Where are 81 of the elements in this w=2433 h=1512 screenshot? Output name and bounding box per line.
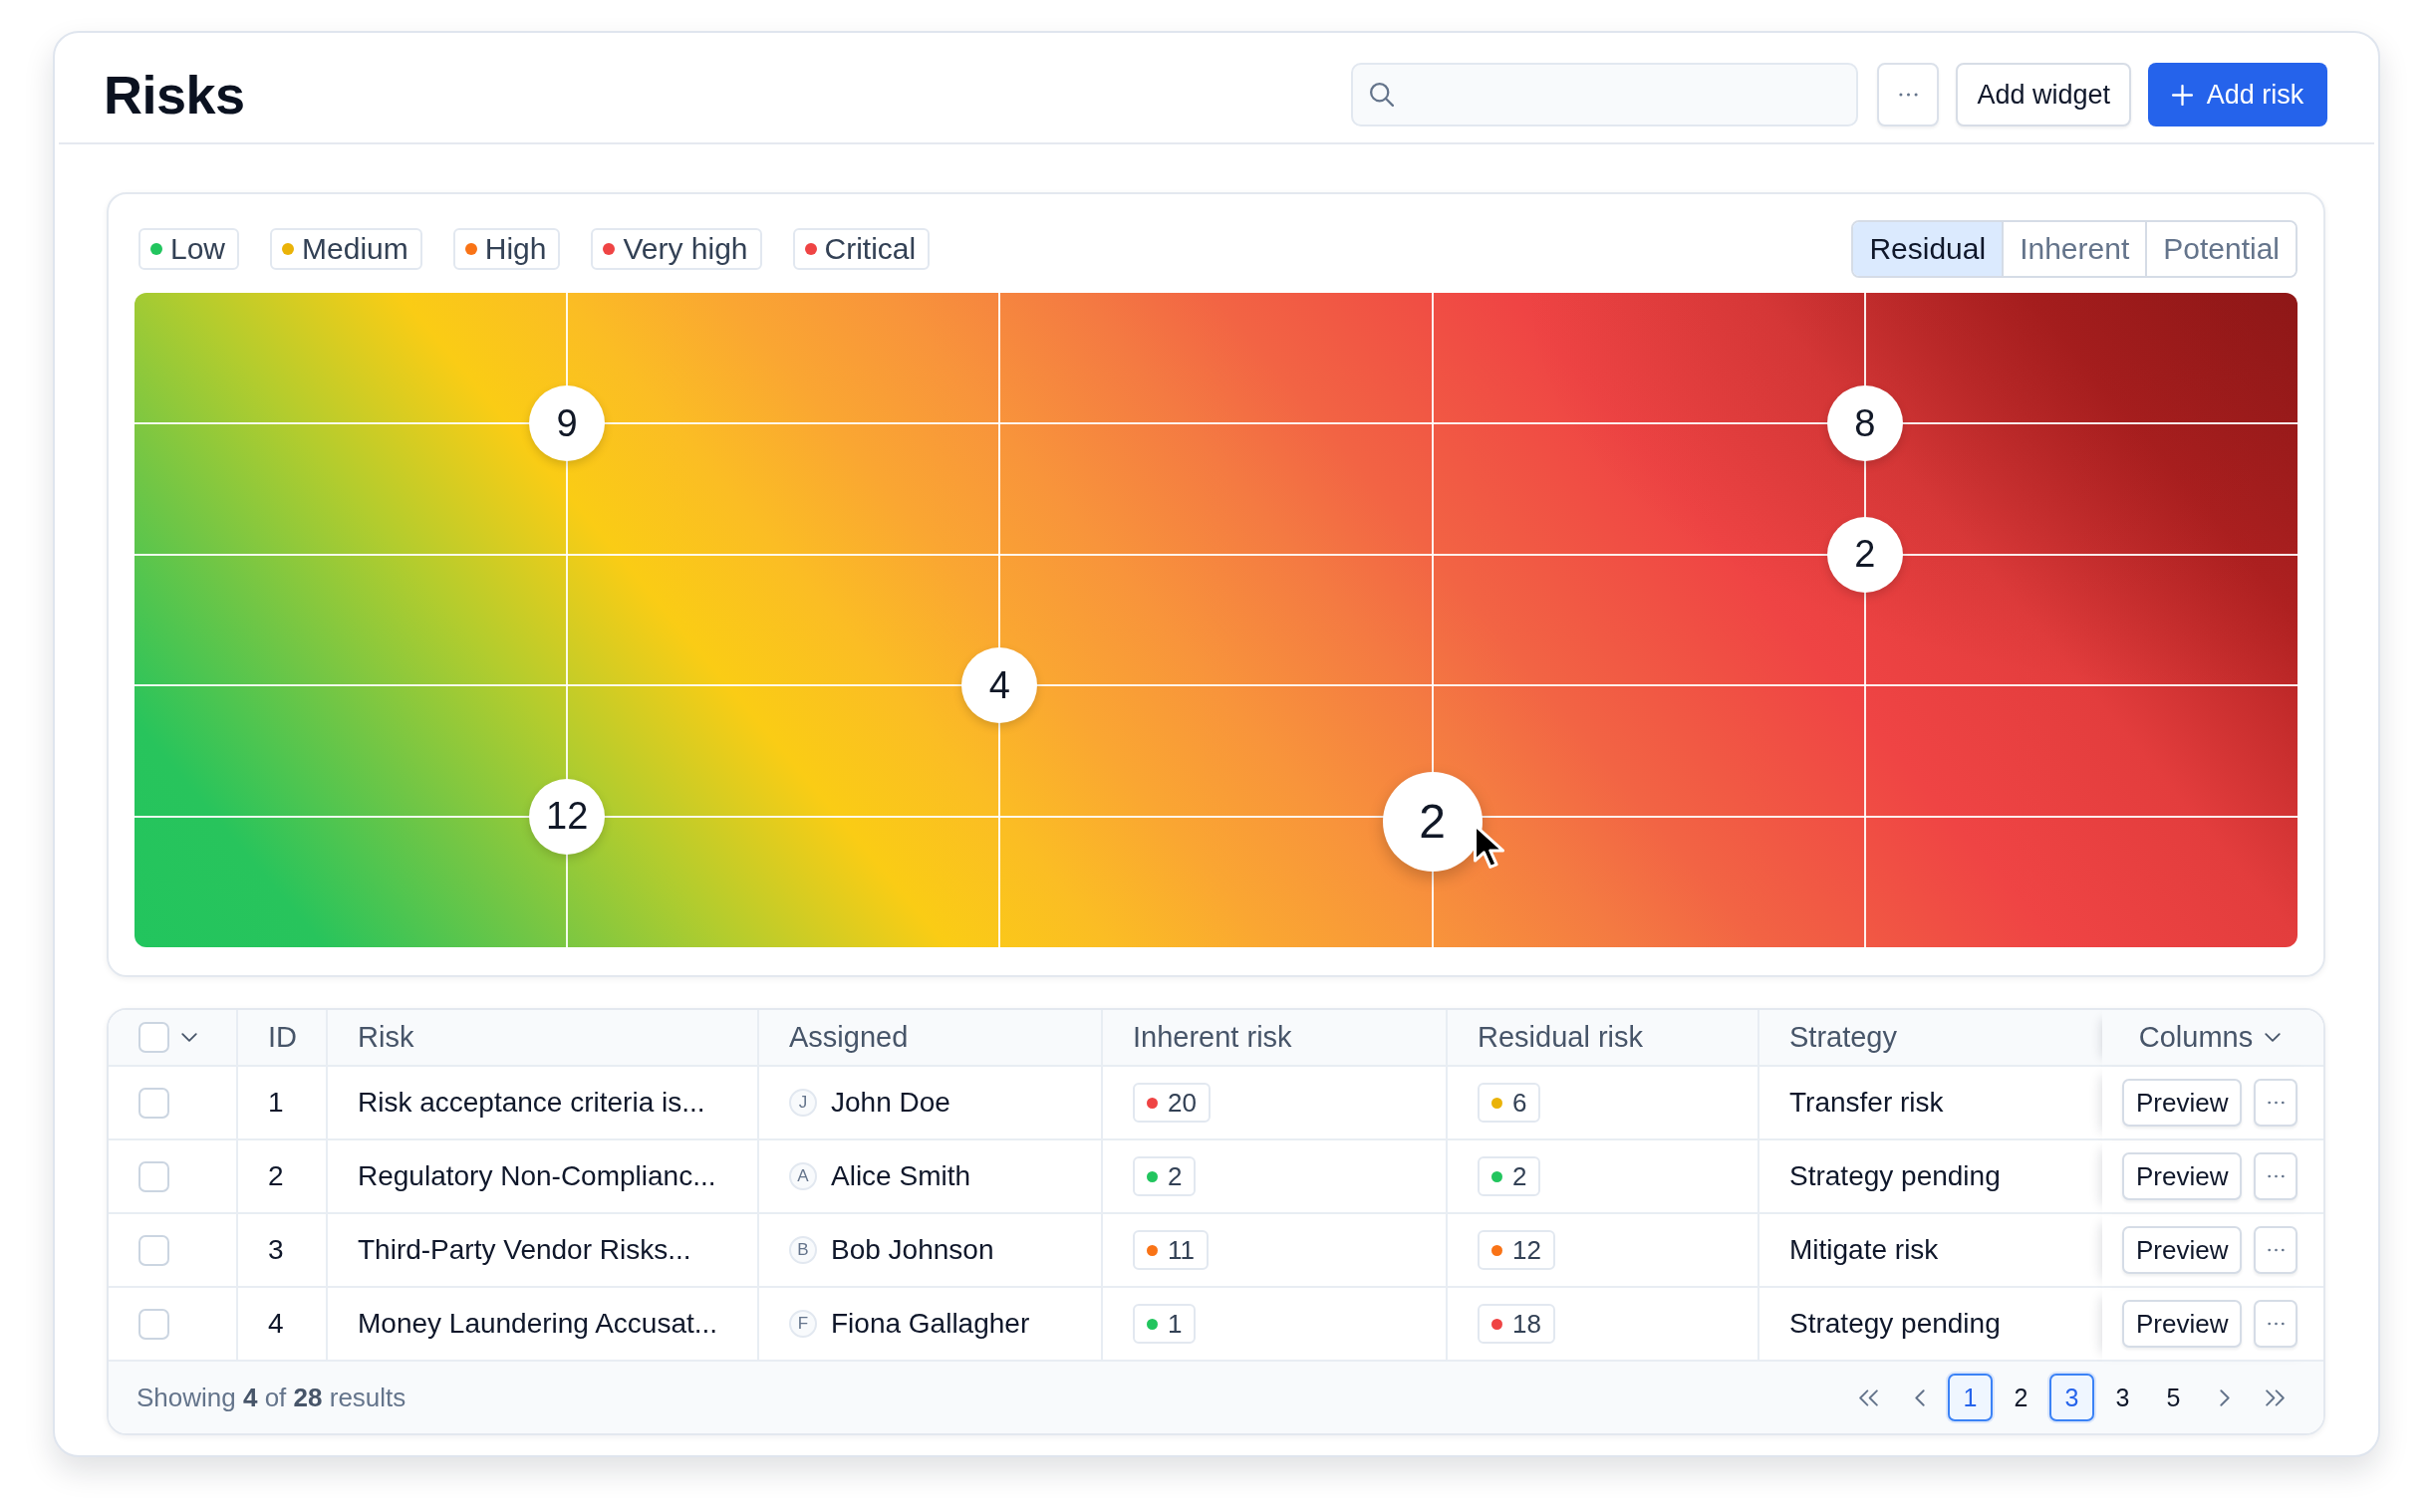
more-icon (2268, 1101, 2285, 1105)
legend-label: High (484, 232, 547, 266)
view-tab[interactable]: Residual (1853, 222, 2003, 276)
legend-label: Very high (623, 232, 748, 266)
more-icon (1898, 93, 1918, 97)
page-title: Risks (104, 64, 245, 126)
table-cell: Strategy pending (1759, 1140, 2102, 1214)
search-field[interactable] (1351, 63, 1859, 126)
risk-count-marker[interactable]: 12 (529, 778, 606, 855)
columns-menu-button[interactable]: Columns (2138, 1021, 2282, 1054)
table-cell: Third-Party Vendor Risks... (328, 1214, 759, 1288)
table-cell: Risk acceptance criteria is... (328, 1067, 759, 1140)
add-risk-button[interactable]: Add risk (2148, 63, 2327, 126)
assignee-name: Fiona Gallagher (831, 1308, 1030, 1340)
more-icon (2268, 1248, 2285, 1252)
legend-label: Medium (302, 232, 408, 266)
more-button[interactable] (1877, 63, 1940, 126)
table-cell: 3 (238, 1214, 328, 1288)
table-cell: Regulatory Non-Complianc... (328, 1140, 759, 1214)
risk-count-marker[interactable]: 8 (1826, 385, 1903, 462)
preview-button[interactable]: Preview (2122, 1300, 2243, 1348)
score-value: 2 (1168, 1160, 1183, 1192)
risk-count-marker[interactable]: 4 (961, 647, 1038, 724)
column-header: Inherent risk (1103, 1010, 1448, 1067)
column-header: Residual risk (1448, 1010, 1759, 1067)
more-icon (2268, 1174, 2285, 1178)
preview-button[interactable]: Preview (2122, 1226, 2243, 1274)
column-header: Risk (328, 1010, 759, 1067)
preview-button[interactable]: Preview (2122, 1079, 2243, 1127)
row-checkbox[interactable] (138, 1234, 169, 1266)
table-cell: 1 (238, 1067, 328, 1140)
add-widget-button[interactable]: Add widget (1956, 63, 2131, 126)
user-avatar: A (789, 1162, 817, 1190)
chevron-down-icon (2265, 1033, 2282, 1042)
plus-icon (2171, 84, 2193, 106)
score-value: 18 (1512, 1308, 1541, 1340)
score-value: 20 (1168, 1087, 1197, 1119)
user-avatar: F (789, 1310, 817, 1338)
page-button[interactable]: 2 (1999, 1374, 2043, 1421)
risk-count-marker[interactable]: 2 (1382, 771, 1483, 872)
more-button[interactable] (2254, 1152, 2298, 1200)
risk-count-marker[interactable]: 2 (1826, 516, 1903, 593)
chevron-left-icon (1914, 1388, 1925, 1406)
results-summary: Showing 4 of 28 results (136, 1382, 406, 1413)
score-value: 6 (1512, 1087, 1527, 1119)
assignee-name: Alice Smith (831, 1160, 971, 1192)
column-header: ID (238, 1010, 328, 1067)
table-cell: Mitigate risk (1759, 1214, 2102, 1288)
score-value: 2 (1512, 1160, 1527, 1192)
user-avatar: B (789, 1236, 817, 1264)
user-avatar: J (789, 1089, 817, 1117)
assignee-name: John Doe (831, 1087, 950, 1119)
table-cell: 2 (238, 1140, 328, 1214)
score-value: 12 (1512, 1234, 1541, 1266)
row-checkbox[interactable] (138, 1087, 169, 1119)
double-chevron-left-icon (1859, 1388, 1878, 1406)
preview-button[interactable]: Preview (2122, 1152, 2243, 1200)
score-value: 11 (1168, 1234, 1195, 1266)
more-button[interactable] (2254, 1226, 2298, 1274)
page-button[interactable]: 1 (1948, 1374, 1993, 1421)
row-checkbox[interactable] (138, 1308, 169, 1340)
page-button[interactable]: 5 (2151, 1374, 2196, 1421)
legend-label: Critical (824, 232, 917, 266)
select-all-checkbox[interactable] (138, 1022, 169, 1053)
more-button[interactable] (2254, 1300, 2298, 1348)
chevron-right-icon (2219, 1388, 2230, 1406)
page-button[interactable]: 3 (2049, 1374, 2094, 1421)
view-tab[interactable]: Potential (2145, 222, 2296, 276)
row-checkbox[interactable] (138, 1160, 169, 1192)
score-value: 1 (1168, 1308, 1183, 1340)
legend-label: Low (170, 232, 226, 266)
chevron-down-icon[interactable] (181, 1033, 197, 1042)
page-button[interactable]: 3 (2100, 1374, 2145, 1421)
more-button[interactable] (2254, 1079, 2298, 1127)
risk-count-marker[interactable]: 9 (529, 385, 606, 462)
column-header: Assigned (759, 1010, 1103, 1067)
table-cell: Transfer risk (1759, 1067, 2102, 1140)
double-chevron-right-icon (2266, 1388, 2285, 1406)
assignee-name: Bob Johnson (831, 1234, 994, 1266)
search-icon (1370, 83, 1395, 107)
more-icon (2268, 1322, 2285, 1326)
